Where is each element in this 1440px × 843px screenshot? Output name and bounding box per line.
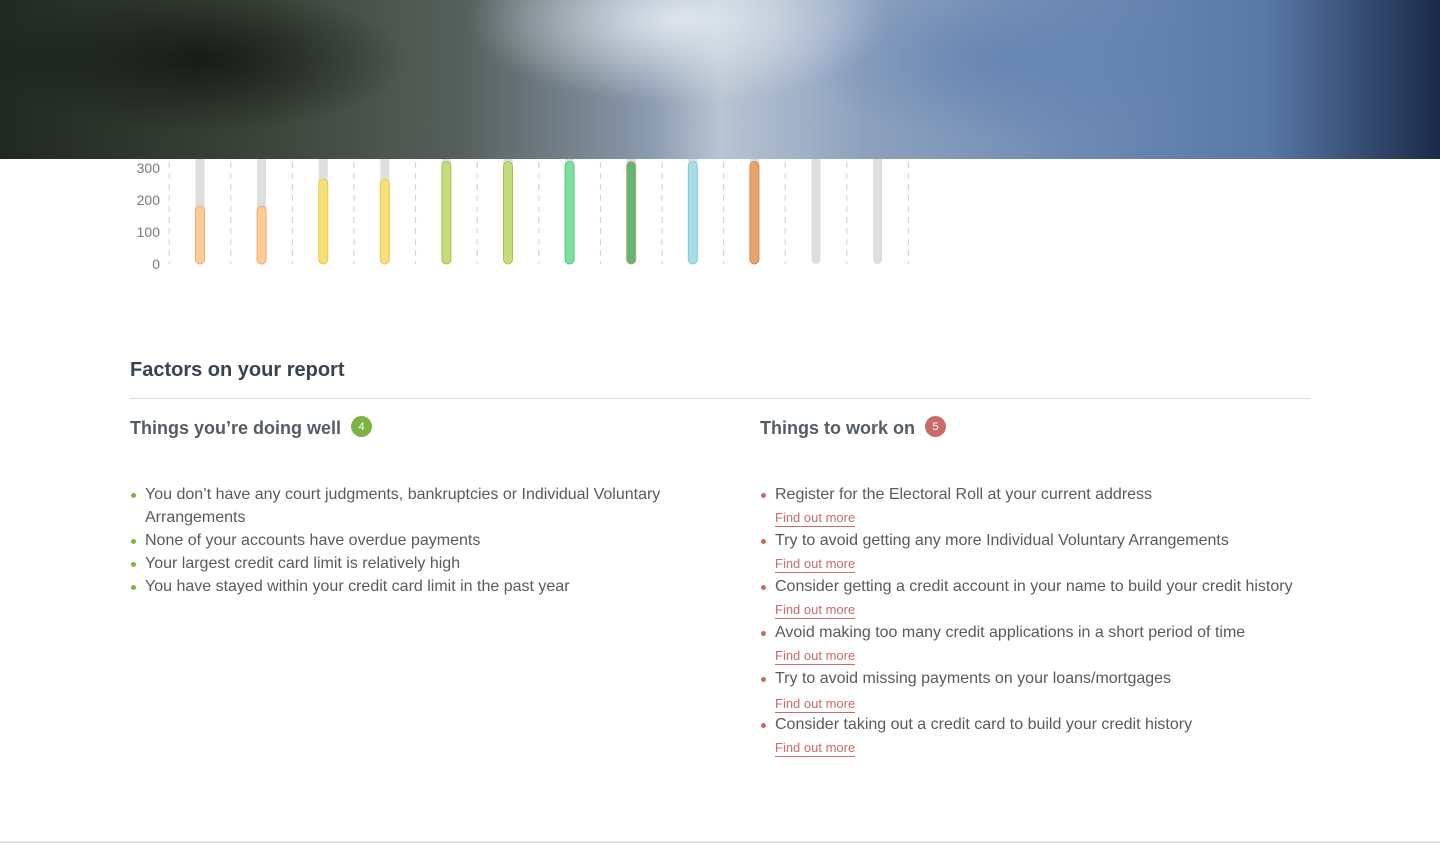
chart-svg: 300 200 100 0: [137, 130, 909, 272]
list-item: You don’t have any court judgments, bank…: [130, 483, 690, 529]
bullet-icon: [761, 539, 766, 544]
doing-well-count-badge: 4: [351, 416, 373, 437]
list-item: Consider taking out a credit card to bui…: [760, 713, 1320, 759]
list-item-text: Try to avoid getting any more Individual…: [775, 532, 1229, 549]
bullet-icon: [131, 562, 136, 567]
score-bar: [503, 161, 513, 265]
find-out-more-link[interactable]: Find out more: [775, 602, 856, 619]
find-out-more-link[interactable]: Find out more: [775, 696, 856, 713]
list-item-text: Consider getting a credit account in you…: [775, 578, 1293, 595]
list-item-text: Your largest credit card limit is relati…: [145, 555, 461, 572]
find-out-more-link[interactable]: Find out more: [775, 648, 856, 665]
list-item: Avoid making too many credit application…: [760, 621, 1320, 667]
work-on-heading: Things to work on 5: [760, 416, 946, 439]
score-bar: [687, 161, 698, 265]
list-item: Your largest credit card limit is relati…: [130, 552, 690, 575]
list-item-text: None of your accounts have overdue payme…: [145, 532, 481, 549]
credit-score-history-chart: 300 200 100 0: [120, 130, 920, 290]
score-bar: [564, 161, 575, 265]
hero-banner-image: [0, 0, 1440, 159]
find-out-more-link[interactable]: Find out more: [775, 510, 856, 527]
bullet-icon: [131, 539, 136, 544]
work-on-count-badge: 5: [925, 416, 946, 437]
find-out-more-link[interactable]: Find out more: [775, 556, 856, 573]
work-on-heading-label: Things to work on: [760, 418, 915, 438]
bullet-icon: [131, 585, 136, 590]
score-bar: [749, 161, 760, 265]
list-item: None of your accounts have overdue payme…: [130, 529, 690, 552]
doing-well-list: You don’t have any court judgments, bank…: [130, 483, 690, 598]
bullet-icon: [761, 493, 766, 498]
find-out-more-link[interactable]: Find out more: [775, 740, 856, 757]
y-tick-label: 300: [137, 160, 161, 176]
section-title: Factors on your report: [130, 359, 345, 381]
work-on-list: Register for the Electoral Roll at your …: [760, 483, 1320, 759]
score-bar: [256, 205, 267, 265]
bullet-icon: [761, 585, 766, 590]
list-item: Consider getting a credit account in you…: [760, 575, 1320, 621]
divider: [130, 398, 1311, 399]
score-bar: [441, 161, 452, 265]
list-item-text: Avoid making too many credit application…: [775, 624, 1246, 641]
bullet-icon: [761, 631, 766, 636]
list-item-text: Consider taking out a credit card to bui…: [775, 716, 1193, 733]
list-item-text: Try to avoid missing payments on your lo…: [775, 670, 1172, 687]
y-tick-label: 200: [137, 192, 161, 208]
score-bar: [318, 178, 329, 265]
score-bar: [379, 178, 390, 265]
list-item: Try to avoid missing payments on your lo…: [760, 667, 1320, 713]
doing-well-heading: Things you’re doing well 4: [130, 416, 373, 439]
list-item-text: Register for the Electoral Roll at your …: [775, 486, 1153, 503]
list-item-text: You have stayed within your credit card …: [145, 578, 570, 595]
list-item: You have stayed within your credit card …: [130, 575, 690, 598]
list-item: Register for the Electoral Roll at your …: [760, 483, 1320, 529]
score-bar: [626, 161, 637, 265]
y-tick-label: 100: [137, 224, 161, 240]
bullet-icon: [131, 493, 136, 498]
bullet-icon: [761, 677, 766, 682]
y-tick-label: 0: [152, 256, 160, 272]
score-bar: [195, 205, 205, 265]
list-item: Try to avoid getting any more Individual…: [760, 529, 1320, 575]
list-item-text: You don’t have any court judgments, bank…: [145, 486, 661, 526]
bullet-icon: [761, 723, 766, 728]
doing-well-heading-label: Things you’re doing well: [130, 418, 342, 438]
